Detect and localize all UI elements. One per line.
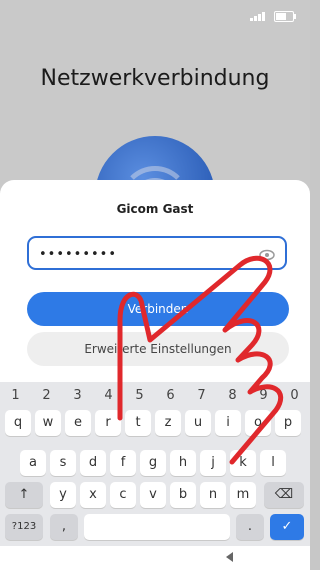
key-b[interactable]: b [170,482,196,508]
key-d[interactable]: d [80,450,106,476]
enter-key[interactable]: ✓ [270,514,304,540]
key-w[interactable]: w [35,410,61,436]
backspace-key[interactable]: ⌫ [264,482,304,508]
navigation-bar [0,546,310,570]
key-1[interactable]: 1 [11,388,19,406]
key-z[interactable]: z [155,410,181,436]
keyboard: 1 2 3 4 5 6 7 8 9 0 q w e r t z u i o p … [0,382,310,546]
screen: Netzwerkverbindung Gicom Gast ••••••••• … [0,0,310,570]
key-v[interactable]: v [140,482,166,508]
key-4[interactable]: 4 [104,388,112,406]
key-g[interactable]: g [140,450,166,476]
period-key[interactable]: . [236,514,264,540]
key-l[interactable]: l [260,450,286,476]
key-n[interactable]: n [200,482,226,508]
key-i[interactable]: i [215,410,241,436]
key-2[interactable]: 2 [42,388,50,406]
password-field[interactable]: ••••••••• [27,236,287,270]
key-m[interactable]: m [230,482,256,508]
network-name: Gicom Gast [116,202,194,216]
key-x[interactable]: x [80,482,106,508]
shift-key[interactable]: ↑ [5,482,43,508]
key-o[interactable]: o [245,410,271,436]
key-row-1: q w e r t z u i o p [0,410,310,436]
key-t[interactable]: t [125,410,151,436]
key-u[interactable]: u [185,410,211,436]
key-9[interactable]: 9 [259,388,267,406]
battery-icon [274,10,296,22]
key-6[interactable]: 6 [166,388,174,406]
symbols-key[interactable]: ?123 [5,514,43,540]
back-triangle-icon[interactable] [226,552,233,562]
key-h[interactable]: h [170,450,196,476]
key-7[interactable]: 7 [197,388,205,406]
key-a[interactable]: a [20,450,46,476]
page-title: Netzwerkverbindung [40,66,270,91]
eye-icon[interactable] [259,247,275,263]
number-row: 1 2 3 4 5 6 7 8 9 0 [0,388,310,406]
key-0[interactable]: 0 [290,388,298,406]
key-f[interactable]: f [110,450,136,476]
key-p[interactable]: p [275,410,301,436]
key-row-4: ?123 , . ✓ [0,514,310,540]
key-r[interactable]: r [95,410,121,436]
password-value: ••••••••• [39,247,118,262]
key-y[interactable]: y [50,482,76,508]
key-q[interactable]: q [5,410,31,436]
key-j[interactable]: j [200,450,226,476]
connect-button[interactable]: Verbinden [27,292,289,326]
comma-key[interactable]: , [50,514,78,540]
key-8[interactable]: 8 [228,388,236,406]
status-bar [234,9,296,23]
key-c[interactable]: c [110,482,136,508]
key-k[interactable]: k [230,450,256,476]
wifi-password-sheet: Gicom Gast ••••••••• Verbinden Erweitert… [0,180,310,390]
key-e[interactable]: e [65,410,91,436]
key-row-3: ↑ y x c v b n m ⌫ [0,482,310,508]
key-s[interactable]: s [50,450,76,476]
key-5[interactable]: 5 [135,388,143,406]
signal-icon [250,11,268,21]
key-row-2: a s d f g h j k l [0,450,310,476]
space-key[interactable] [84,514,230,540]
key-3[interactable]: 3 [73,388,81,406]
advanced-settings-button[interactable]: Erweiterte Einstellungen [27,332,289,366]
